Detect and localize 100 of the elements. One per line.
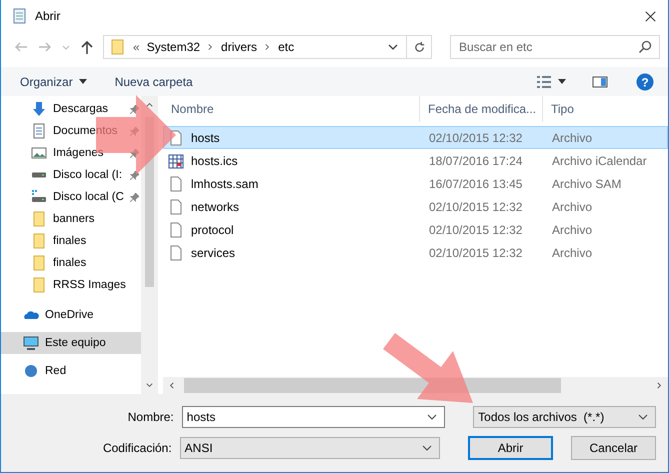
new-folder-button[interactable]: Nueva carpeta xyxy=(114,74,193,88)
scroll-left-icon[interactable] xyxy=(167,381,176,390)
caret-icon[interactable] xyxy=(558,79,566,84)
file-name: networks xyxy=(191,200,240,214)
encoding-label: Codificación: xyxy=(102,441,172,455)
file-date: 02/10/2015 12:32 xyxy=(428,200,524,214)
encoding-dropdown[interactable]: ANSI xyxy=(180,437,440,459)
organize-menu[interactable]: Organizar xyxy=(20,74,73,88)
sidebar-item[interactable]: Descargas xyxy=(1,98,141,120)
scroll-up-icon[interactable] xyxy=(144,100,154,109)
sidebar-label: Disco local (I: xyxy=(53,169,124,181)
monitor-icon xyxy=(23,335,39,351)
window-title: Abrir xyxy=(35,9,60,23)
breadcrumb[interactable]: drivers xyxy=(221,40,258,54)
scroll-down-icon[interactable] xyxy=(144,381,154,390)
column-header[interactable]: Fecha de modifica... xyxy=(420,96,543,122)
sidebar-item[interactable]: Este equipo xyxy=(1,332,141,354)
file-row[interactable]: hosts.ics 18/07/2016 17:24 Archivo iCalendar xyxy=(163,149,668,172)
system-drive-icon xyxy=(31,189,47,205)
chevron-down-icon[interactable] xyxy=(387,42,399,52)
file-row[interactable]: services 02/10/2015 12:32 Archivo xyxy=(163,241,668,264)
name-label: Nombre: xyxy=(126,410,174,424)
file-type: Archivo xyxy=(551,222,594,236)
file-type-dropdown[interactable]: Todos los archivos (*.*) xyxy=(473,406,656,428)
sidebar-item[interactable]: banners xyxy=(1,208,141,230)
download-arrow-icon xyxy=(31,101,47,117)
chevron-right-icon[interactable] xyxy=(264,42,272,52)
file-name: services xyxy=(191,246,236,260)
column-header[interactable]: Nombre xyxy=(163,96,420,122)
column-header[interactable]: Tipo xyxy=(543,96,668,122)
pin-icon[interactable] xyxy=(130,170,139,180)
folder-icon xyxy=(31,255,47,271)
overflow-chevron[interactable]: « xyxy=(133,40,140,54)
address-bar[interactable]: « System32 drivers etc xyxy=(103,35,432,59)
file-type: Archivo SAM xyxy=(551,176,622,190)
file-name-field[interactable]: hosts xyxy=(182,406,446,428)
sidebar-item[interactable]: Red xyxy=(1,360,141,382)
pin-icon[interactable] xyxy=(130,104,139,114)
cancel-button[interactable]: Cancelar xyxy=(571,436,656,460)
file-type: Archivo xyxy=(551,200,594,214)
file-date: 02/10/2015 12:32 xyxy=(428,130,524,144)
scroll-right-icon[interactable] xyxy=(655,381,664,390)
folder-icon xyxy=(110,39,126,55)
sidebar-label: Documentos xyxy=(53,125,119,137)
sidebar-item[interactable]: RRSS Images xyxy=(1,274,141,296)
file-date: 16/07/2016 13:45 xyxy=(428,176,524,190)
sidebar-label: Imágenes xyxy=(53,147,105,159)
caret-icon[interactable] xyxy=(78,79,87,84)
notepad-icon xyxy=(11,8,27,24)
file-type: Archivo xyxy=(551,246,594,260)
file-row[interactable]: protocol 02/10/2015 12:32 Archivo xyxy=(163,218,668,241)
file-date: 02/10/2015 12:32 xyxy=(428,222,524,236)
sidebar-item[interactable]: Disco local (I: xyxy=(1,164,141,186)
folder-icon xyxy=(31,211,47,227)
chevron-right-icon[interactable] xyxy=(207,42,214,52)
sidebar-label: finales xyxy=(53,235,88,247)
chevron-down-icon[interactable] xyxy=(636,413,649,421)
calendar-icon xyxy=(168,152,184,168)
file-name: lmhosts.sam xyxy=(191,176,258,190)
file-name: hosts xyxy=(191,130,220,144)
file-date: 18/07/2016 17:24 xyxy=(428,154,524,168)
pin-icon[interactable] xyxy=(130,192,139,202)
file-date: 02/10/2015 12:32 xyxy=(428,246,524,260)
file-row[interactable]: hosts 02/10/2015 12:32 Archivo xyxy=(163,126,668,149)
sidebar-label: Este equipo xyxy=(45,337,107,349)
file-icon xyxy=(168,222,184,238)
sidebar-label: RRSS Images xyxy=(53,279,127,291)
breadcrumb[interactable]: etc xyxy=(278,40,294,54)
sidebar-label: Red xyxy=(45,365,68,377)
file-row[interactable]: lmhosts.sam 16/07/2016 13:45 Archivo SAM xyxy=(163,172,668,195)
horizontal-scrollbar[interactable] xyxy=(163,377,668,394)
search-field[interactable]: Buscar en etc xyxy=(450,35,660,59)
file-icon xyxy=(168,198,184,214)
file-row[interactable]: networks 02/10/2015 12:32 Archivo xyxy=(163,195,668,218)
search-icon xyxy=(638,40,652,54)
preview-pane-icon[interactable] xyxy=(592,74,608,90)
close-icon[interactable] xyxy=(645,10,656,22)
view-options-icon[interactable] xyxy=(536,74,552,90)
sidebar-item[interactable]: OneDrive xyxy=(1,304,141,326)
sidebar-item[interactable]: finales xyxy=(1,252,141,274)
document-icon xyxy=(31,123,47,139)
file-name: protocol xyxy=(191,222,234,236)
open-button[interactable]: Abrir xyxy=(468,436,554,460)
breadcrumb[interactable]: System32 xyxy=(146,40,200,54)
up-arrow-icon[interactable] xyxy=(79,39,95,55)
sidebar-item[interactable]: finales xyxy=(1,230,141,252)
sidebar-label: finales xyxy=(53,257,88,269)
file-icon xyxy=(168,244,184,260)
chevron-down-icon[interactable] xyxy=(421,444,434,452)
refresh-icon xyxy=(412,40,426,54)
folder-icon xyxy=(31,277,47,293)
file-icon xyxy=(168,176,184,192)
network-icon xyxy=(23,363,39,379)
help-icon[interactable]: ? xyxy=(636,72,654,90)
file-name: hosts.ics xyxy=(191,154,238,168)
chevron-down-icon[interactable] xyxy=(426,413,438,421)
file-type: Archivo xyxy=(551,130,594,144)
sidebar-item[interactable]: Disco local (C xyxy=(1,186,141,208)
folder-icon xyxy=(31,233,47,249)
file-type: Archivo iCalendar xyxy=(551,154,648,168)
